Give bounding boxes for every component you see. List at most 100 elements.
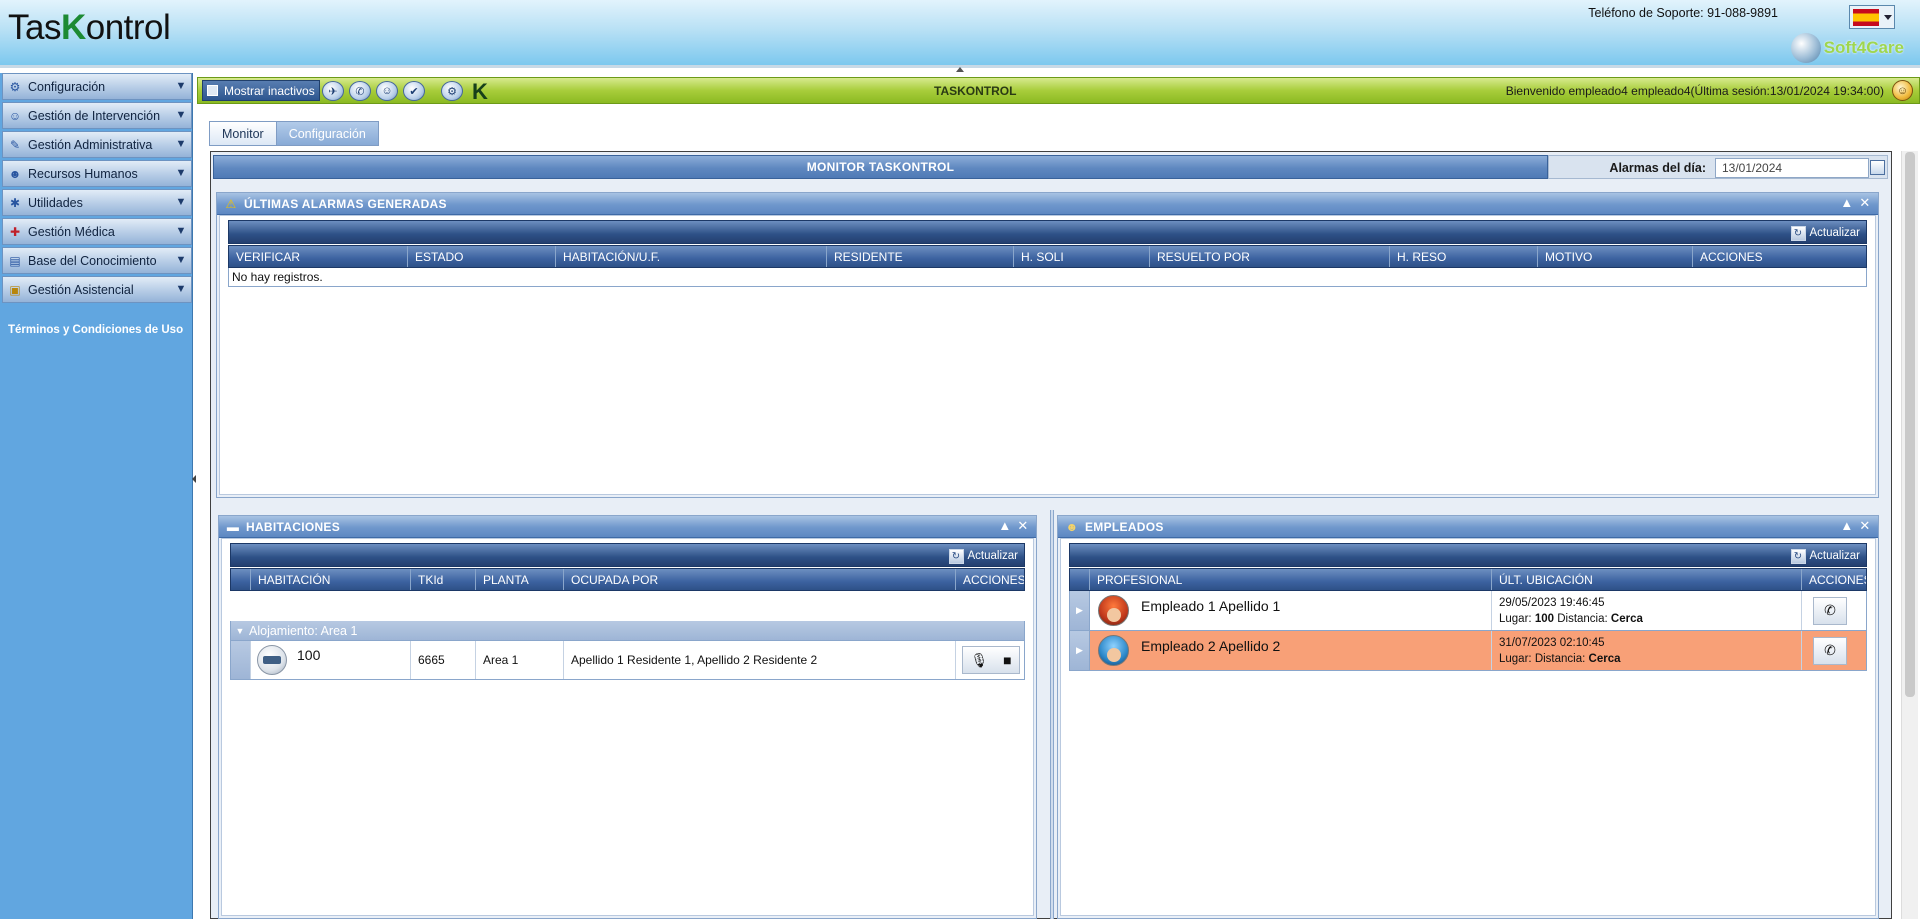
column-header[interactable]: H. SOLI bbox=[1014, 246, 1150, 267]
vertical-scrollbar[interactable] bbox=[1901, 151, 1918, 919]
app-header: TasKontrol Teléfono de Soporte: 91-088-9… bbox=[0, 0, 1920, 72]
sidebar-item-utilidades[interactable]: ✱ Utilidades ▼ bbox=[2, 189, 192, 216]
call-button[interactable]: ✆ bbox=[1813, 596, 1847, 625]
call-button[interactable]: ✆ bbox=[1813, 636, 1847, 665]
column-header[interactable]: RESUELTO POR bbox=[1150, 246, 1390, 267]
expand-row-icon[interactable]: ▶ bbox=[1070, 591, 1090, 630]
taskontrol-logo: TasKontrol bbox=[8, 8, 171, 47]
occupied-cell: Apellido 1 Residente 1, Apellido 2 Resid… bbox=[564, 641, 956, 679]
refresh-icon: ↻ bbox=[1790, 548, 1806, 564]
bed-icon: ▬ bbox=[226, 519, 240, 534]
scrollbar-thumb[interactable] bbox=[1905, 152, 1915, 697]
terms-link[interactable]: Términos y Condiciones de Uso bbox=[8, 324, 183, 336]
alarm-date-input[interactable] bbox=[1715, 158, 1869, 178]
collapse-sidebar-icon[interactable] bbox=[192, 475, 196, 483]
warning-icon: ⚠ bbox=[225, 196, 237, 211]
chevron-down-icon bbox=[1884, 14, 1892, 20]
column-header[interactable]: PROFESIONAL bbox=[1090, 569, 1492, 590]
chevron-down-icon: ▼ bbox=[175, 283, 187, 295]
monitor-title: MONITOR TASKONTROL bbox=[213, 155, 1548, 179]
employee-cell: Empleado 2 Apellido 2 bbox=[1090, 631, 1492, 670]
pen-icon: ✎ bbox=[9, 137, 21, 152]
sidebar-item-configuracion[interactable]: ⚙ Configuración ▼ bbox=[2, 73, 192, 100]
table-row[interactable]: ▶ Empleado 2 Apellido 2 31/07/2023 02:10… bbox=[1069, 631, 1867, 671]
rooms-refresh-button[interactable]: ↻ Actualizar bbox=[948, 547, 1018, 565]
alarms-panel-body: ↻ Actualizar VERIFICAR ESTADO HABITACIÓN/… bbox=[219, 215, 1876, 495]
language-selector[interactable] bbox=[1849, 5, 1895, 29]
rooms-group-header[interactable]: ▼ Alojamiento: Area 1 bbox=[230, 621, 1025, 641]
people-icon: ☺ bbox=[8, 108, 22, 123]
column-header[interactable]: HABITACIÓN bbox=[251, 569, 411, 590]
column-header[interactable]: PLANTA bbox=[476, 569, 564, 590]
table-row[interactable]: ▶ Empleado 1 Apellido 1 29/05/2023 19:46… bbox=[1069, 591, 1867, 631]
close-icon[interactable]: ✕ bbox=[1858, 196, 1872, 210]
column-header[interactable]: TKId bbox=[411, 569, 476, 590]
settings-icon[interactable]: ⚙ bbox=[441, 81, 463, 101]
sidebar-item-recursos-humanos[interactable]: ☻ Recursos Humanos ▼ bbox=[2, 160, 192, 187]
sidebar: ⚙ Configuración ▼ ☺ Gestión de Intervención… bbox=[0, 73, 193, 919]
column-header[interactable]: HABITACIÓN/U.F. bbox=[556, 246, 827, 267]
checkbox-icon bbox=[207, 85, 218, 96]
alarms-refresh-button[interactable]: ↻ Actualizar bbox=[1790, 224, 1860, 242]
column-header[interactable]: ÚLT. UBICACIÓN bbox=[1492, 569, 1802, 590]
phone-icon[interactable]: ✆ bbox=[349, 81, 371, 101]
employees-refresh-button[interactable]: ↻ Actualizar bbox=[1790, 547, 1860, 565]
collapse-group-icon[interactable]: ▼ bbox=[231, 626, 249, 636]
user-profile-icon[interactable]: ☺ bbox=[1892, 80, 1913, 101]
collapse-panel-icon[interactable]: ▲ bbox=[1840, 519, 1854, 533]
tkid-cell: 6665 bbox=[411, 641, 476, 679]
expand-row-icon[interactable]: ▶ bbox=[1070, 631, 1090, 670]
taskontrol-k-icon[interactable]: K bbox=[472, 79, 488, 105]
column-header[interactable]: VERIFICAR bbox=[229, 246, 408, 267]
column-header[interactable]: ESTADO bbox=[408, 246, 556, 267]
chevron-down-icon: ▼ bbox=[175, 109, 187, 121]
globe-icon bbox=[1790, 33, 1821, 63]
video-camera-icon[interactable]: ■ bbox=[1003, 652, 1011, 668]
calendar-icon[interactable] bbox=[1870, 160, 1885, 175]
show-inactive-button[interactable]: Mostrar inactivos bbox=[202, 80, 320, 101]
refresh-icon: ↻ bbox=[1790, 225, 1806, 241]
alarms-panel: ⚠ ÚLTIMAS ALARMAS GENERADAS ▲ ✕ ↻ Actuali… bbox=[216, 192, 1879, 498]
alarm-date-filter: Alarmas del día: bbox=[1548, 155, 1888, 179]
chevron-down-icon: ▼ bbox=[175, 225, 187, 237]
column-header[interactable]: RESIDENTE bbox=[827, 246, 1014, 267]
alarms-empty-message: No hay registros. bbox=[228, 268, 1867, 287]
chevron-down-icon: ▼ bbox=[175, 80, 187, 92]
microphone-icon[interactable]: 🎙 bbox=[970, 652, 988, 669]
sidebar-item-gestion-administrativa[interactable]: ✎ Gestión Administrativa ▼ bbox=[2, 131, 192, 158]
user-icon[interactable]: ☺ bbox=[376, 81, 398, 101]
map-icon[interactable]: ✈ bbox=[322, 81, 344, 101]
chevron-down-icon: ▼ bbox=[175, 167, 187, 179]
brand-logo: Soft4Care bbox=[1790, 33, 1904, 63]
panel-splitter[interactable] bbox=[1050, 510, 1054, 919]
sidebar-item-gestion-intervencion[interactable]: ☺ Gestión de Intervención ▼ bbox=[2, 102, 192, 129]
table-row[interactable]: 100 6665 Area 1 Apellido 1 Residente 1, … bbox=[230, 641, 1025, 680]
collapse-panel-icon[interactable]: ▲ bbox=[1840, 196, 1854, 210]
close-icon[interactable]: ✕ bbox=[1016, 519, 1030, 533]
checklist-icon[interactable]: ✔ bbox=[403, 81, 425, 101]
tab-monitor[interactable]: Monitor bbox=[209, 121, 277, 146]
close-icon[interactable]: ✕ bbox=[1858, 519, 1872, 533]
room-actions: 🎙 ■ bbox=[962, 646, 1020, 674]
column-header[interactable]: ACCIONES bbox=[956, 569, 1024, 590]
avatar bbox=[1098, 595, 1129, 626]
column-header[interactable]: ACCIONES bbox=[1693, 246, 1866, 267]
column-header[interactable]: MOTIVO bbox=[1538, 246, 1693, 267]
sidebar-item-gestion-medica[interactable]: ✚ Gestión Médica ▼ bbox=[2, 218, 192, 245]
employees-grid-header: PROFESIONAL ÚLT. UBICACIÓN ACCIONES bbox=[1069, 568, 1867, 591]
column-header[interactable]: H. RESO bbox=[1390, 246, 1538, 267]
alarms-grid-toolbar: ↻ Actualizar bbox=[228, 220, 1867, 244]
row-indent bbox=[231, 641, 251, 679]
column-header[interactable]: OCUPADA POR bbox=[564, 569, 956, 590]
sidebar-item-base-conocimiento[interactable]: ▤ Base del Conocimiento ▼ bbox=[2, 247, 192, 274]
column-header-spacer bbox=[231, 569, 251, 590]
chevron-down-icon: ▼ bbox=[175, 138, 187, 150]
column-header[interactable]: ACCIONES bbox=[1802, 569, 1866, 590]
collapse-panel-icon[interactable]: ▲ bbox=[998, 519, 1012, 533]
sidebar-item-gestion-asistencial[interactable]: ▣ Gestión Asistencial ▼ bbox=[2, 276, 192, 303]
location-cell: 31/07/2023 02:10:45 Lugar: Distancia: Ce… bbox=[1492, 631, 1802, 670]
welcome-text: Bienvenido empleado4 empleado4(Última se… bbox=[1505, 84, 1884, 98]
tab-configuracion[interactable]: Configuración bbox=[275, 121, 379, 146]
collapse-header-icon[interactable] bbox=[956, 67, 964, 72]
chevron-down-icon: ▼ bbox=[175, 254, 187, 266]
